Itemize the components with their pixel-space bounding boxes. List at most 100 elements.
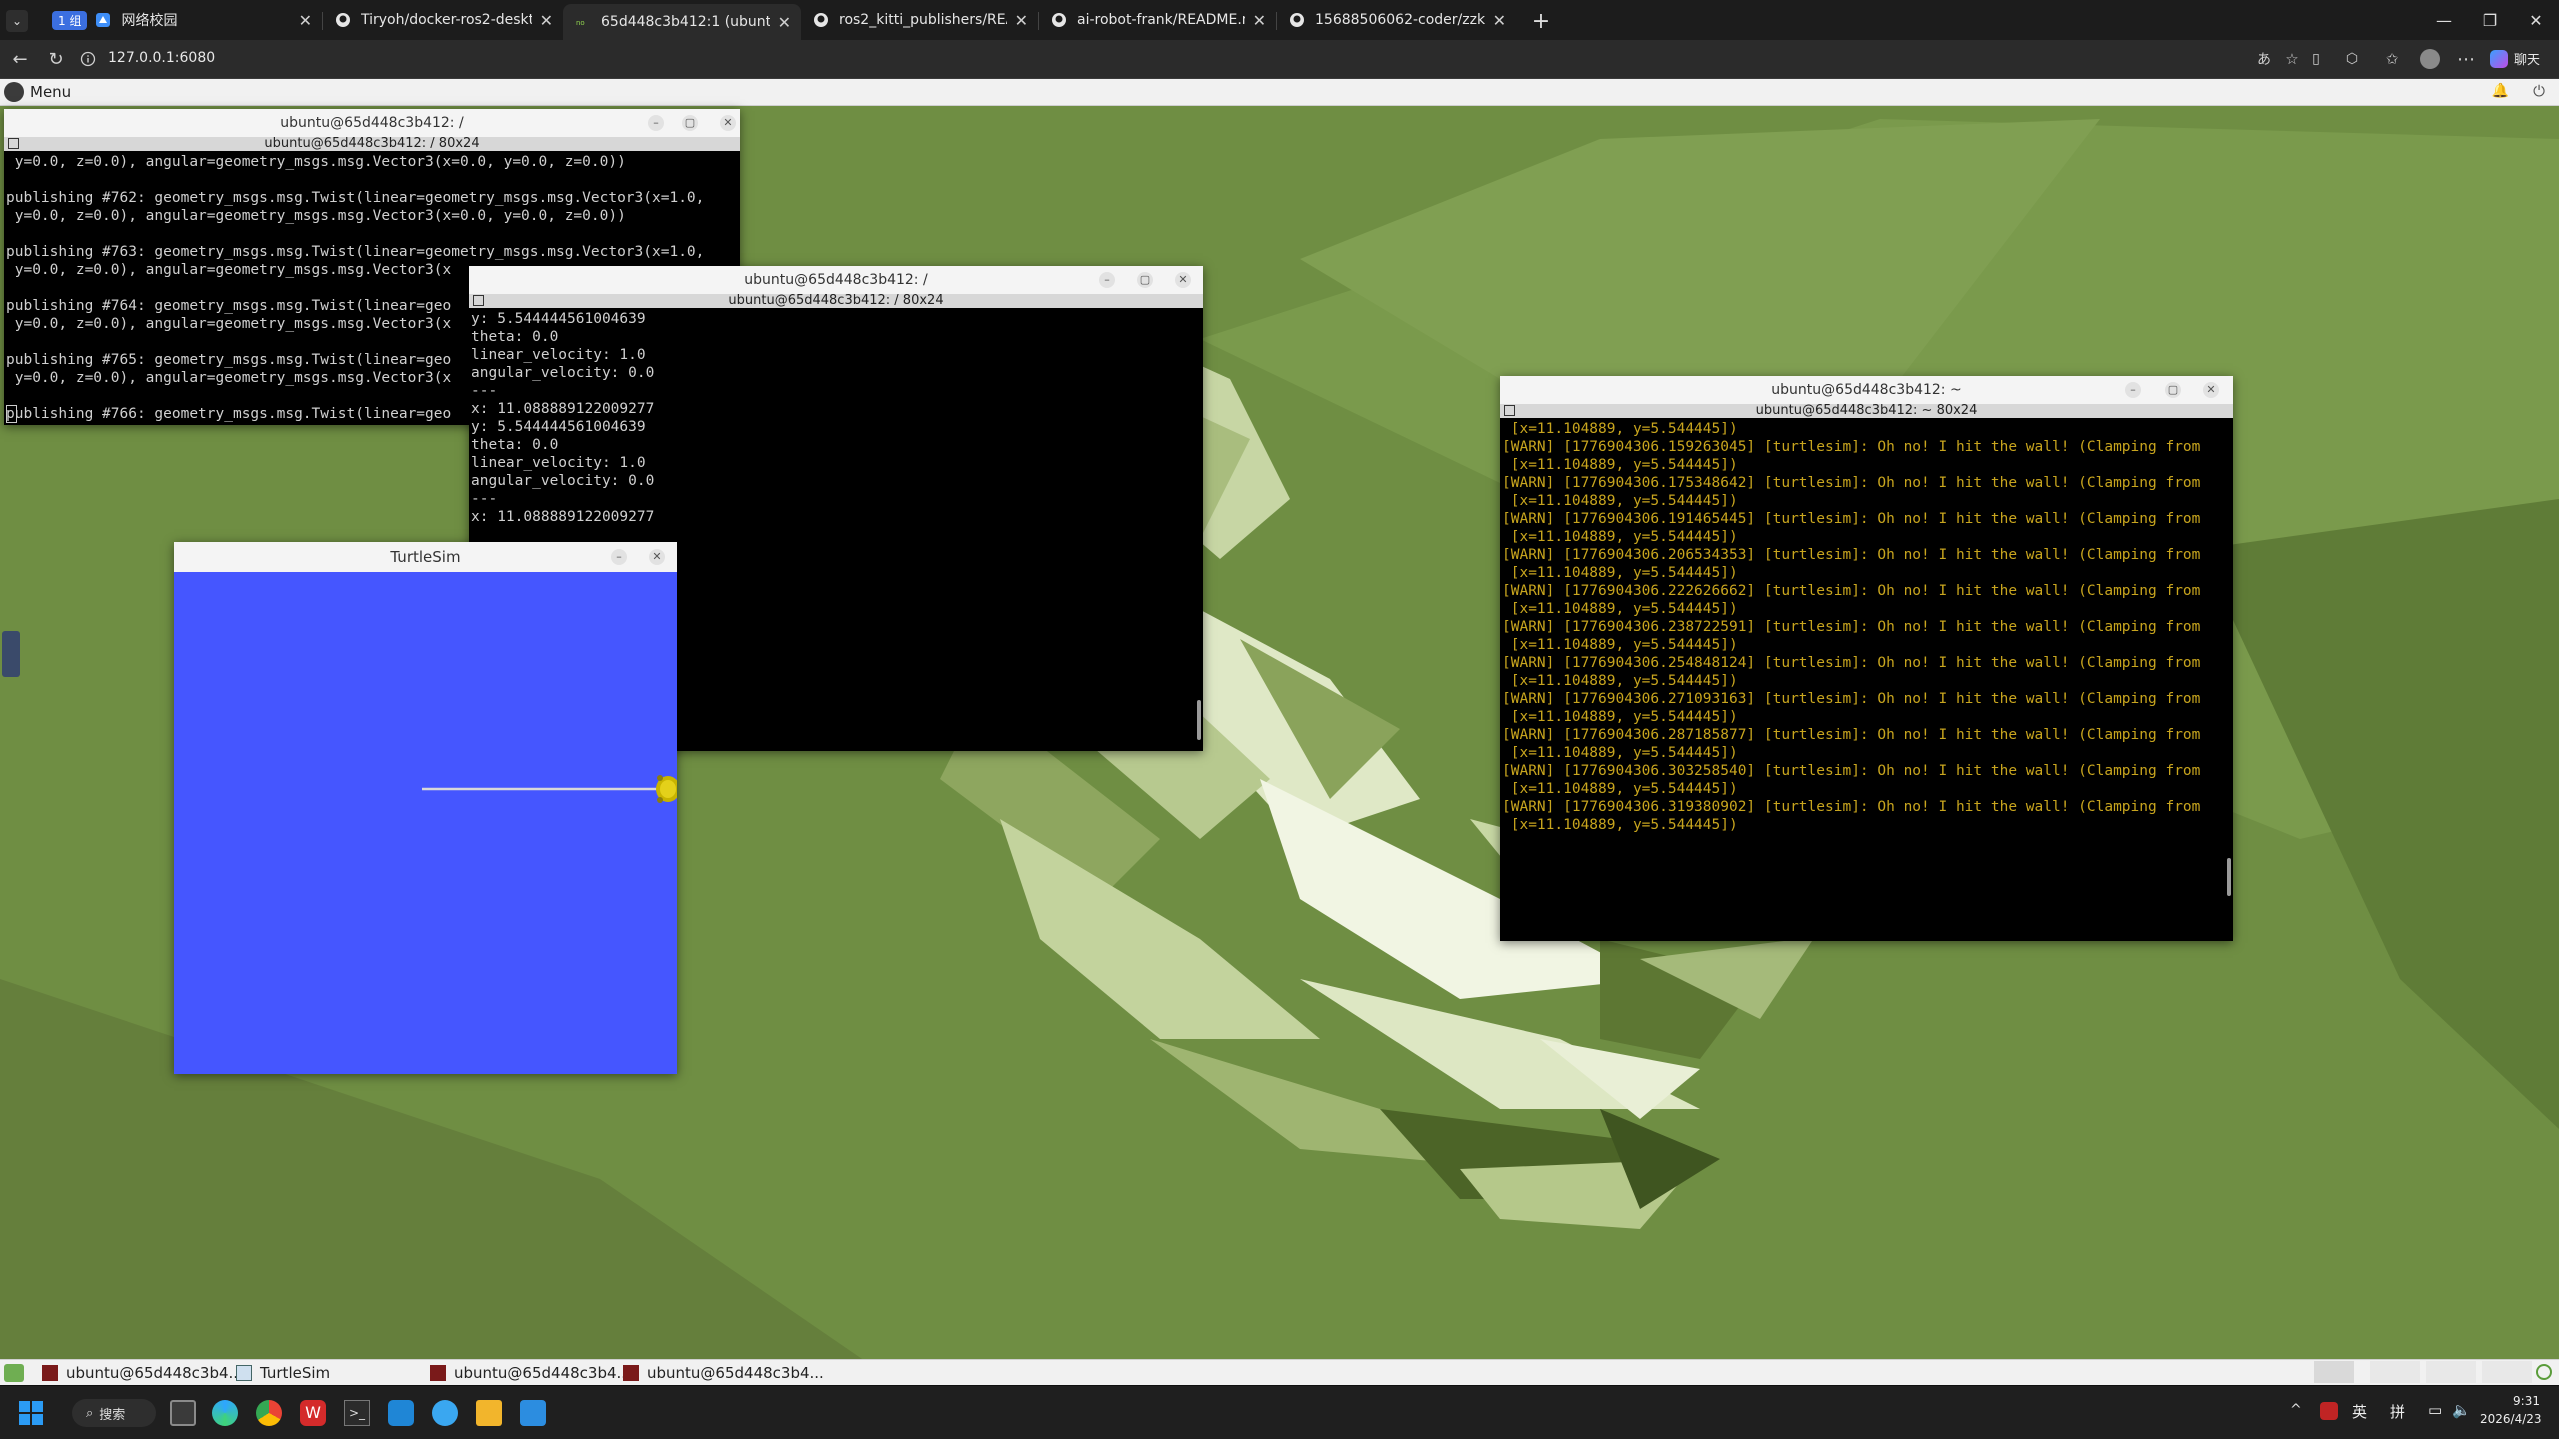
workspace-3[interactable] (2426, 1361, 2476, 1383)
more-menu-icon[interactable]: ⋯ (2454, 47, 2478, 71)
warning-log: [x=11.104889, y=5.544445]) [WARN] [17769… (1500, 418, 2233, 834)
extensions-icon[interactable]: ⬡ (2340, 47, 2364, 71)
minimize-icon[interactable]: – (2125, 382, 2141, 398)
tab-close-icon[interactable]: ✕ (299, 11, 312, 30)
translate-icon[interactable]: あ (2252, 47, 2276, 71)
tab-group-badge[interactable]: 1 组 (52, 10, 88, 30)
messaging-app-icon[interactable] (432, 1400, 458, 1426)
minimize-icon[interactable]: – (648, 115, 664, 131)
tile-icon[interactable] (473, 295, 484, 306)
ime-language[interactable]: 英 (2352, 1401, 2367, 1422)
tab-actions-button[interactable]: ⌄ (6, 10, 28, 32)
app-icon[interactable] (520, 1400, 546, 1426)
close-icon[interactable]: ✕ (720, 115, 736, 131)
terminal-app-icon[interactable]: >_ (344, 1400, 370, 1426)
power-icon[interactable]: ⏻ (2533, 82, 2545, 100)
tab-docker-ros2[interactable]: Tiryoh/docker-ros2-desktop-vnc: ℹ ✕ (323, 0, 563, 40)
turtlesim-window[interactable]: TurtleSim – ✕ (174, 542, 677, 1074)
network-icon[interactable] (2536, 1364, 2552, 1380)
minimize-icon[interactable]: – (1099, 272, 1115, 288)
minimize-icon[interactable]: – (611, 549, 627, 565)
volume-icon[interactable]: 🔈 (2452, 1401, 2471, 1419)
turtle-icon (656, 775, 677, 803)
tab-zzk-repo[interactable]: 15688506062-coder/zzk ✕ (1277, 0, 1516, 40)
workspace-2[interactable] (2370, 1361, 2420, 1383)
close-window-button[interactable]: ✕ (2513, 0, 2559, 40)
tile-icon[interactable] (8, 138, 19, 149)
favorite-icon[interactable]: ☆ (2280, 47, 2304, 71)
minimize-button[interactable]: — (2421, 0, 2467, 40)
url-field[interactable]: 127.0.0.1:6080 (108, 50, 215, 66)
file-explorer-icon[interactable] (476, 1400, 502, 1426)
log-line: [x=11.104889, y=5.544445]) (1502, 817, 1738, 833)
terminal-window-turtlesim-log[interactable]: ubuntu@65d448c3b412: ~ – ▢ ✕ ubuntu@65d4… (1500, 376, 2233, 941)
show-desktop-icon[interactable] (4, 1364, 24, 1382)
profile-avatar[interactable] (2420, 49, 2440, 69)
log-line: [WARN] [1776904306.159263045] [turtlesim… (1502, 439, 2201, 455)
taskbar-item-terminal[interactable]: ubuntu@65d448c3b4... (623, 1363, 824, 1383)
tab-close-icon[interactable]: ✕ (540, 11, 553, 30)
favorites-icon[interactable]: ✩ (2380, 47, 2404, 71)
back-icon[interactable]: ← (8, 47, 32, 71)
maximize-icon[interactable]: ▢ (682, 115, 698, 131)
new-tab-button[interactable]: + (1528, 8, 1554, 34)
terminal-titlebar[interactable]: ubuntu@65d448c3b412: ~ (1500, 376, 2233, 404)
restore-button[interactable]: ❐ (2467, 0, 2513, 40)
maximize-icon[interactable]: ▢ (2165, 382, 2181, 398)
log-line: [x=11.104889, y=5.544445]) (1502, 457, 1738, 473)
workspace-1[interactable] (2314, 1361, 2354, 1383)
terminal-text: y: 5.544444561004639 theta: 0.0 linear_v… (471, 311, 655, 525)
chrome-icon[interactable] (256, 1400, 282, 1426)
maximize-icon[interactable]: ▢ (1137, 272, 1153, 288)
turtlesim-titlebar[interactable]: TurtleSim (174, 542, 677, 572)
desktop-top-panel: Menu 🔔 ⏻ (0, 79, 2559, 106)
task-view-icon[interactable] (170, 1400, 196, 1426)
log-line: [x=11.104889, y=5.544445]) (1502, 745, 1738, 761)
close-icon[interactable]: ✕ (1175, 272, 1191, 288)
side-panel-handle[interactable] (2, 631, 20, 677)
tab-close-icon[interactable]: ✕ (1253, 11, 1266, 30)
tab-close-icon[interactable]: ✕ (1015, 11, 1028, 30)
log-line: [WARN] [1776904306.238722591] [turtlesim… (1502, 619, 2201, 635)
notifications-icon[interactable]: 🔔 (2492, 83, 2509, 99)
tab-campus-network[interactable]: 1 组 网络校园 ✕ (40, 0, 322, 40)
windows-start-icon[interactable] (18, 1400, 44, 1426)
tab-kitti-readme[interactable]: ros2_kitti_publishers/README.md ✕ (801, 0, 1038, 40)
tab-close-icon[interactable]: ✕ (1493, 11, 1506, 30)
desktop-taskbar: ubuntu@65d448c3b4... TurtleSim ubuntu@65… (0, 1359, 2559, 1385)
search-box[interactable]: ⌕ 搜索 (72, 1399, 156, 1427)
taskbar-item-turtlesim[interactable]: TurtleSim (236, 1363, 330, 1383)
terminal-output[interactable]: [x=11.104889, y=5.544445]) [WARN] [17769… (1500, 418, 2233, 941)
clock-date: 2026/4/23 (2480, 1412, 2542, 1426)
taskbar-item-terminal[interactable]: ubuntu@65d448c3b4... (42, 1363, 243, 1383)
scrollbar[interactable] (1197, 700, 1201, 740)
wps-icon[interactable]: W (300, 1400, 326, 1426)
tray-overflow-icon[interactable]: ^ (2290, 1402, 2302, 1418)
log-line: [WARN] [1776904306.191465445] [turtlesim… (1502, 511, 2201, 527)
terminal-titlebar[interactable]: ubuntu@65d448c3b412: / (469, 266, 1203, 294)
edge-icon[interactable] (212, 1400, 238, 1426)
copilot-button[interactable]: 聊天 (2490, 49, 2540, 68)
tab-close-icon[interactable]: ✕ (778, 13, 791, 32)
site-info-icon[interactable] (80, 51, 96, 67)
split-screen-icon[interactable]: ▯ (2304, 47, 2328, 71)
close-icon[interactable]: ✕ (2203, 382, 2219, 398)
tab-ai-robot-readme[interactable]: ai-robot-frank/README.md at ma ✕ (1039, 0, 1276, 40)
scrollbar[interactable] (2227, 858, 2231, 896)
menu-button[interactable]: Menu (4, 82, 71, 102)
workspace-4[interactable] (2482, 1361, 2532, 1383)
taskbar-item-terminal[interactable]: ubuntu@65d448c3b4... (430, 1363, 631, 1383)
refresh-icon[interactable]: ↻ (44, 47, 68, 71)
ime-mode[interactable]: 拼 (2390, 1401, 2405, 1422)
close-icon[interactable]: ✕ (649, 549, 665, 565)
wps-tray-icon[interactable] (2320, 1402, 2338, 1420)
terminal-titlebar[interactable]: ubuntu@65d448c3b412: / (4, 109, 740, 137)
menu-label: Menu (30, 83, 72, 101)
log-line: [WARN] [1776904306.319380902] [turtlesim… (1502, 799, 2201, 815)
clock[interactable]: 9:31 2026/4/23 (2480, 1392, 2542, 1428)
tab-novnc[interactable]: no 65d448c3b412:1 (ubuntu) - noVN ✕ (563, 4, 801, 40)
tile-icon[interactable] (1504, 405, 1515, 416)
window-icon (236, 1365, 252, 1381)
vscode-icon[interactable] (388, 1400, 414, 1426)
network-status-icon[interactable]: ▭ (2428, 1401, 2442, 1419)
